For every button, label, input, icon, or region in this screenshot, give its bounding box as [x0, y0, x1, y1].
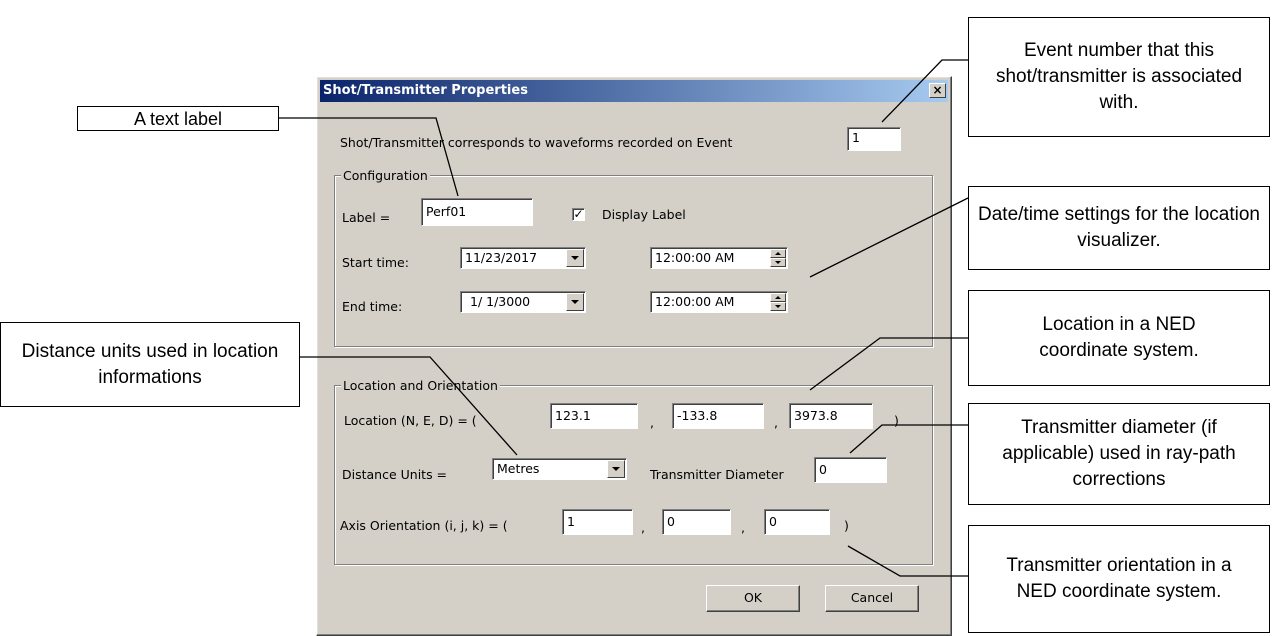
event-number-input[interactable]: 1 — [847, 127, 901, 151]
transmitter-diameter-input[interactable]: 0 — [814, 457, 887, 483]
callout-diameter: Transmitter diameter (if applicable) use… — [968, 403, 1270, 505]
shot-transmitter-dialog: Shot/Transmitter Properties × Shot/Trans… — [316, 76, 952, 636]
callout-orientation: Transmitter orientation in a NED coordin… — [968, 525, 1270, 633]
display-label-checkbox[interactable]: ✓ — [572, 208, 585, 221]
comma-separator: , — [741, 520, 745, 535]
start-time-value: 12:00:00 AM — [655, 250, 735, 265]
callout-location-ned: Location in a NED coordinate system. — [968, 290, 1270, 386]
end-time-spinner[interactable]: 12:00:00 AM — [650, 291, 788, 313]
end-date-value: 1/ 1/3000 — [470, 294, 531, 309]
comma-separator: , — [641, 520, 645, 535]
ok-button[interactable]: OK — [706, 585, 800, 612]
transmitter-diameter-caption: Transmitter Diameter — [650, 467, 784, 482]
chevron-down-icon[interactable] — [607, 460, 625, 478]
callout-distance-units-text: Distance units used in location informat… — [21, 340, 279, 388]
close-paren: ) — [844, 518, 849, 533]
event-label: Shot/Transmitter corresponds to waveform… — [340, 135, 733, 150]
cancel-button[interactable]: Cancel — [825, 585, 919, 612]
location-n-input[interactable]: 123.1 — [550, 403, 638, 429]
callout-datetime-text: Date/time settings for the location visu… — [978, 204, 1260, 251]
callout-text-label: A text label — [77, 106, 279, 131]
configuration-group-title: Configuration — [341, 168, 430, 183]
dialog-titlebar[interactable]: Shot/Transmitter Properties × — [320, 80, 948, 102]
axis-k-input[interactable]: 0 — [764, 509, 830, 535]
callout-text-label-text: A text label — [133, 108, 223, 129]
callout-event-number-text: Event number that this shot/transmitter … — [995, 40, 1243, 113]
close-icon: × — [932, 83, 943, 97]
callout-location-ned-text: Location in a NED coordinate system. — [1039, 314, 1199, 361]
start-time-caption: Start time: — [342, 255, 409, 270]
axis-i-input[interactable]: 1 — [562, 509, 633, 535]
location-e-input[interactable]: -133.8 — [672, 403, 764, 429]
callout-orientation-text: Transmitter orientation in a NED coordin… — [1006, 555, 1232, 602]
display-label-text: Display Label — [602, 207, 686, 222]
start-date-value: 11/23/2017 — [465, 250, 538, 265]
start-time-spinner[interactable]: 12:00:00 AM — [650, 247, 788, 269]
chevron-down-icon[interactable] — [566, 249, 584, 267]
location-d-input[interactable]: 3973.8 — [789, 403, 873, 429]
location-group-title: Location and Orientation — [341, 378, 500, 393]
axis-orientation-caption: Axis Orientation (i, j, k) = ( — [340, 518, 508, 533]
callout-event-number: Event number that this shot/transmitter … — [968, 17, 1270, 137]
distance-units-select[interactable]: Metres — [492, 458, 627, 480]
close-button[interactable]: × — [929, 83, 946, 98]
comma-separator: , — [774, 415, 778, 430]
callout-datetime: Date/time settings for the location visu… — [968, 186, 1270, 270]
check-mark-icon: ✓ — [573, 207, 584, 221]
end-time-value: 12:00:00 AM — [655, 294, 735, 309]
label-caption: Label = — [342, 210, 391, 225]
end-time-caption: End time: — [342, 299, 403, 314]
distance-units-value: Metres — [497, 461, 540, 476]
start-date-picker[interactable]: 11/23/2017 — [460, 247, 586, 269]
label-input[interactable]: Perf01 — [421, 198, 533, 226]
close-paren: ) — [894, 413, 899, 428]
chevron-down-icon[interactable] — [566, 293, 584, 311]
callout-distance-units: Distance units used in location informat… — [0, 322, 300, 407]
spinner-arrows-icon[interactable] — [770, 293, 786, 311]
axis-j-input[interactable]: 0 — [662, 509, 731, 535]
spinner-arrows-icon[interactable] — [770, 249, 786, 267]
comma-separator: , — [650, 415, 654, 430]
distance-units-caption: Distance Units = — [342, 467, 448, 482]
location-caption: Location (N, E, D) = ( — [344, 413, 477, 428]
callout-diameter-text: Transmitter diameter (if applicable) use… — [1002, 417, 1236, 490]
dialog-title: Shot/Transmitter Properties — [323, 83, 528, 98]
end-date-picker[interactable]: 1/ 1/3000 — [460, 291, 586, 313]
